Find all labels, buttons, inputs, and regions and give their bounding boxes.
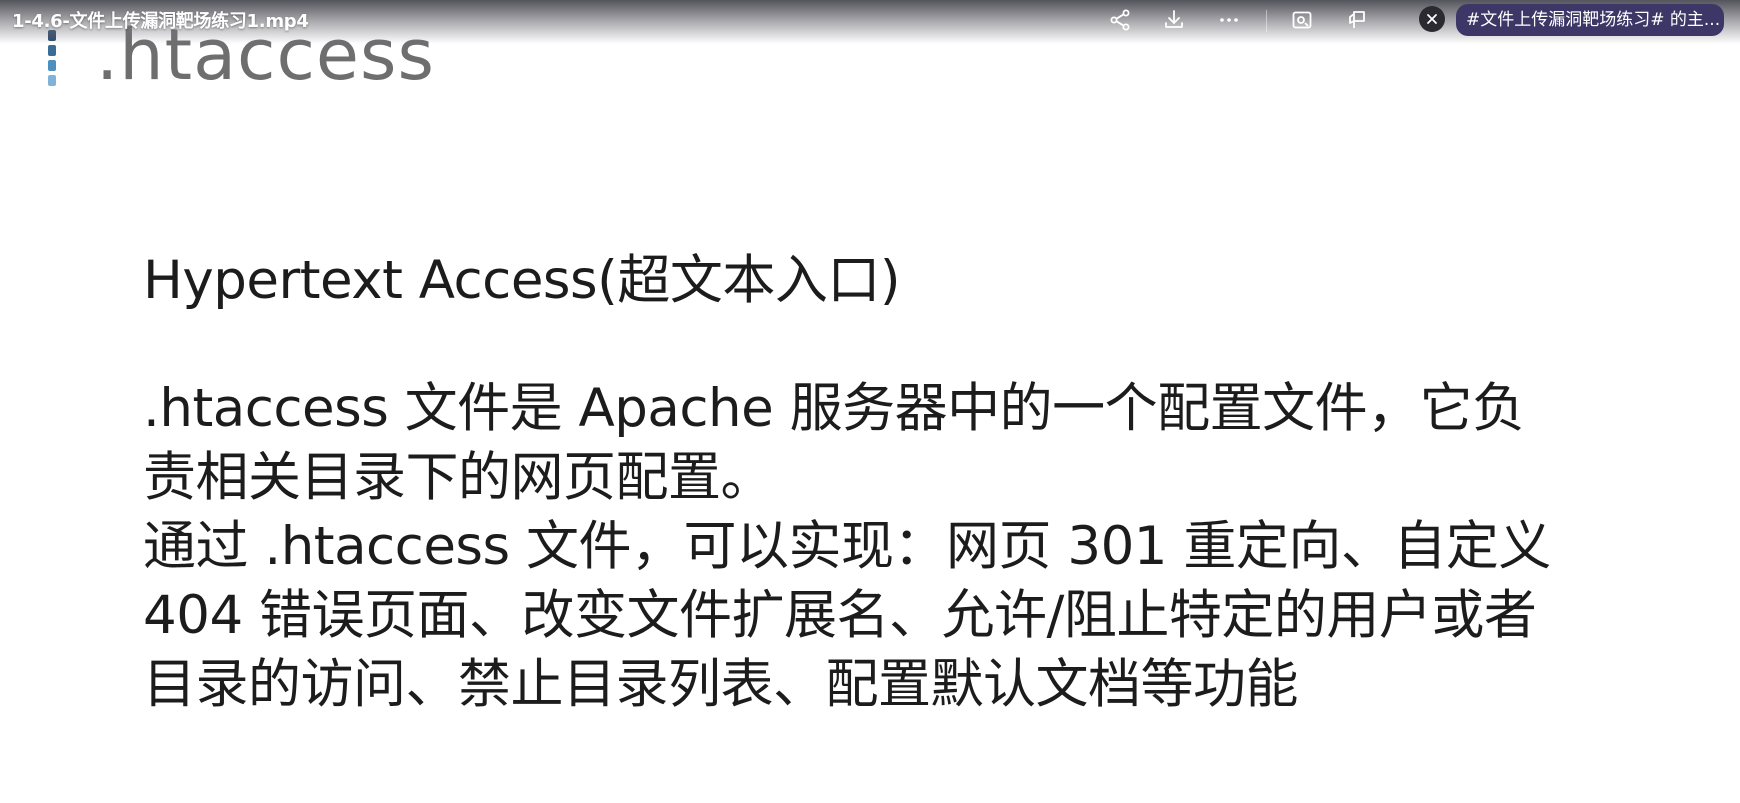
topic-tag[interactable]: #文件上传漏洞靶场练习# 的主... [1456,4,1724,36]
slide-body-line: 通过 .htaccess 文件，可以实现：网页 301 重定向、自定义 [143,516,1551,577]
player-top-bar: 1-4.6-文件上传漏洞靶场练习1.mp4 #文件上传漏洞靶场练习# 的主... [0,0,1740,44]
heading-marker-bar [48,75,56,86]
share-icon[interactable] [1104,4,1136,36]
slide-body-line: 目录的访问、禁止目录列表、配置默认文档等功能 [143,654,1299,715]
heading-marker-bar [48,45,56,56]
close-topic-button[interactable] [1419,6,1445,32]
slide-body-line: 责相关目录下的网页配置。 [143,447,774,508]
download-icon[interactable] [1158,4,1190,36]
slide-body: .htaccess 文件是 Apache 服务器中的一个配置文件，它负 责相关目… [143,374,1703,719]
slide-body-line: 404 错误页面、改变文件扩展名、允许/阻止特定的用户或者 [143,585,1537,646]
screenshot-icon[interactable] [1286,4,1318,36]
pin-icon[interactable] [1341,4,1373,36]
more-icon[interactable] [1213,4,1245,36]
video-frame[interactable]: .htaccess Hypertext Access(超文本入口) .htacc… [0,0,1740,803]
slide-body-line: .htaccess 文件是 Apache 服务器中的一个配置文件，它负 [143,378,1525,439]
video-player: .htaccess Hypertext Access(超文本入口) .htacc… [0,0,1740,803]
close-icon [1427,14,1437,24]
heading-marker-bar [48,60,56,71]
video-title: 1-4.6-文件上传漏洞靶场练习1.mp4 [12,11,309,32]
toolbar-divider [1266,10,1267,32]
slide-subtitle: Hypertext Access(超文本入口) [143,250,901,311]
